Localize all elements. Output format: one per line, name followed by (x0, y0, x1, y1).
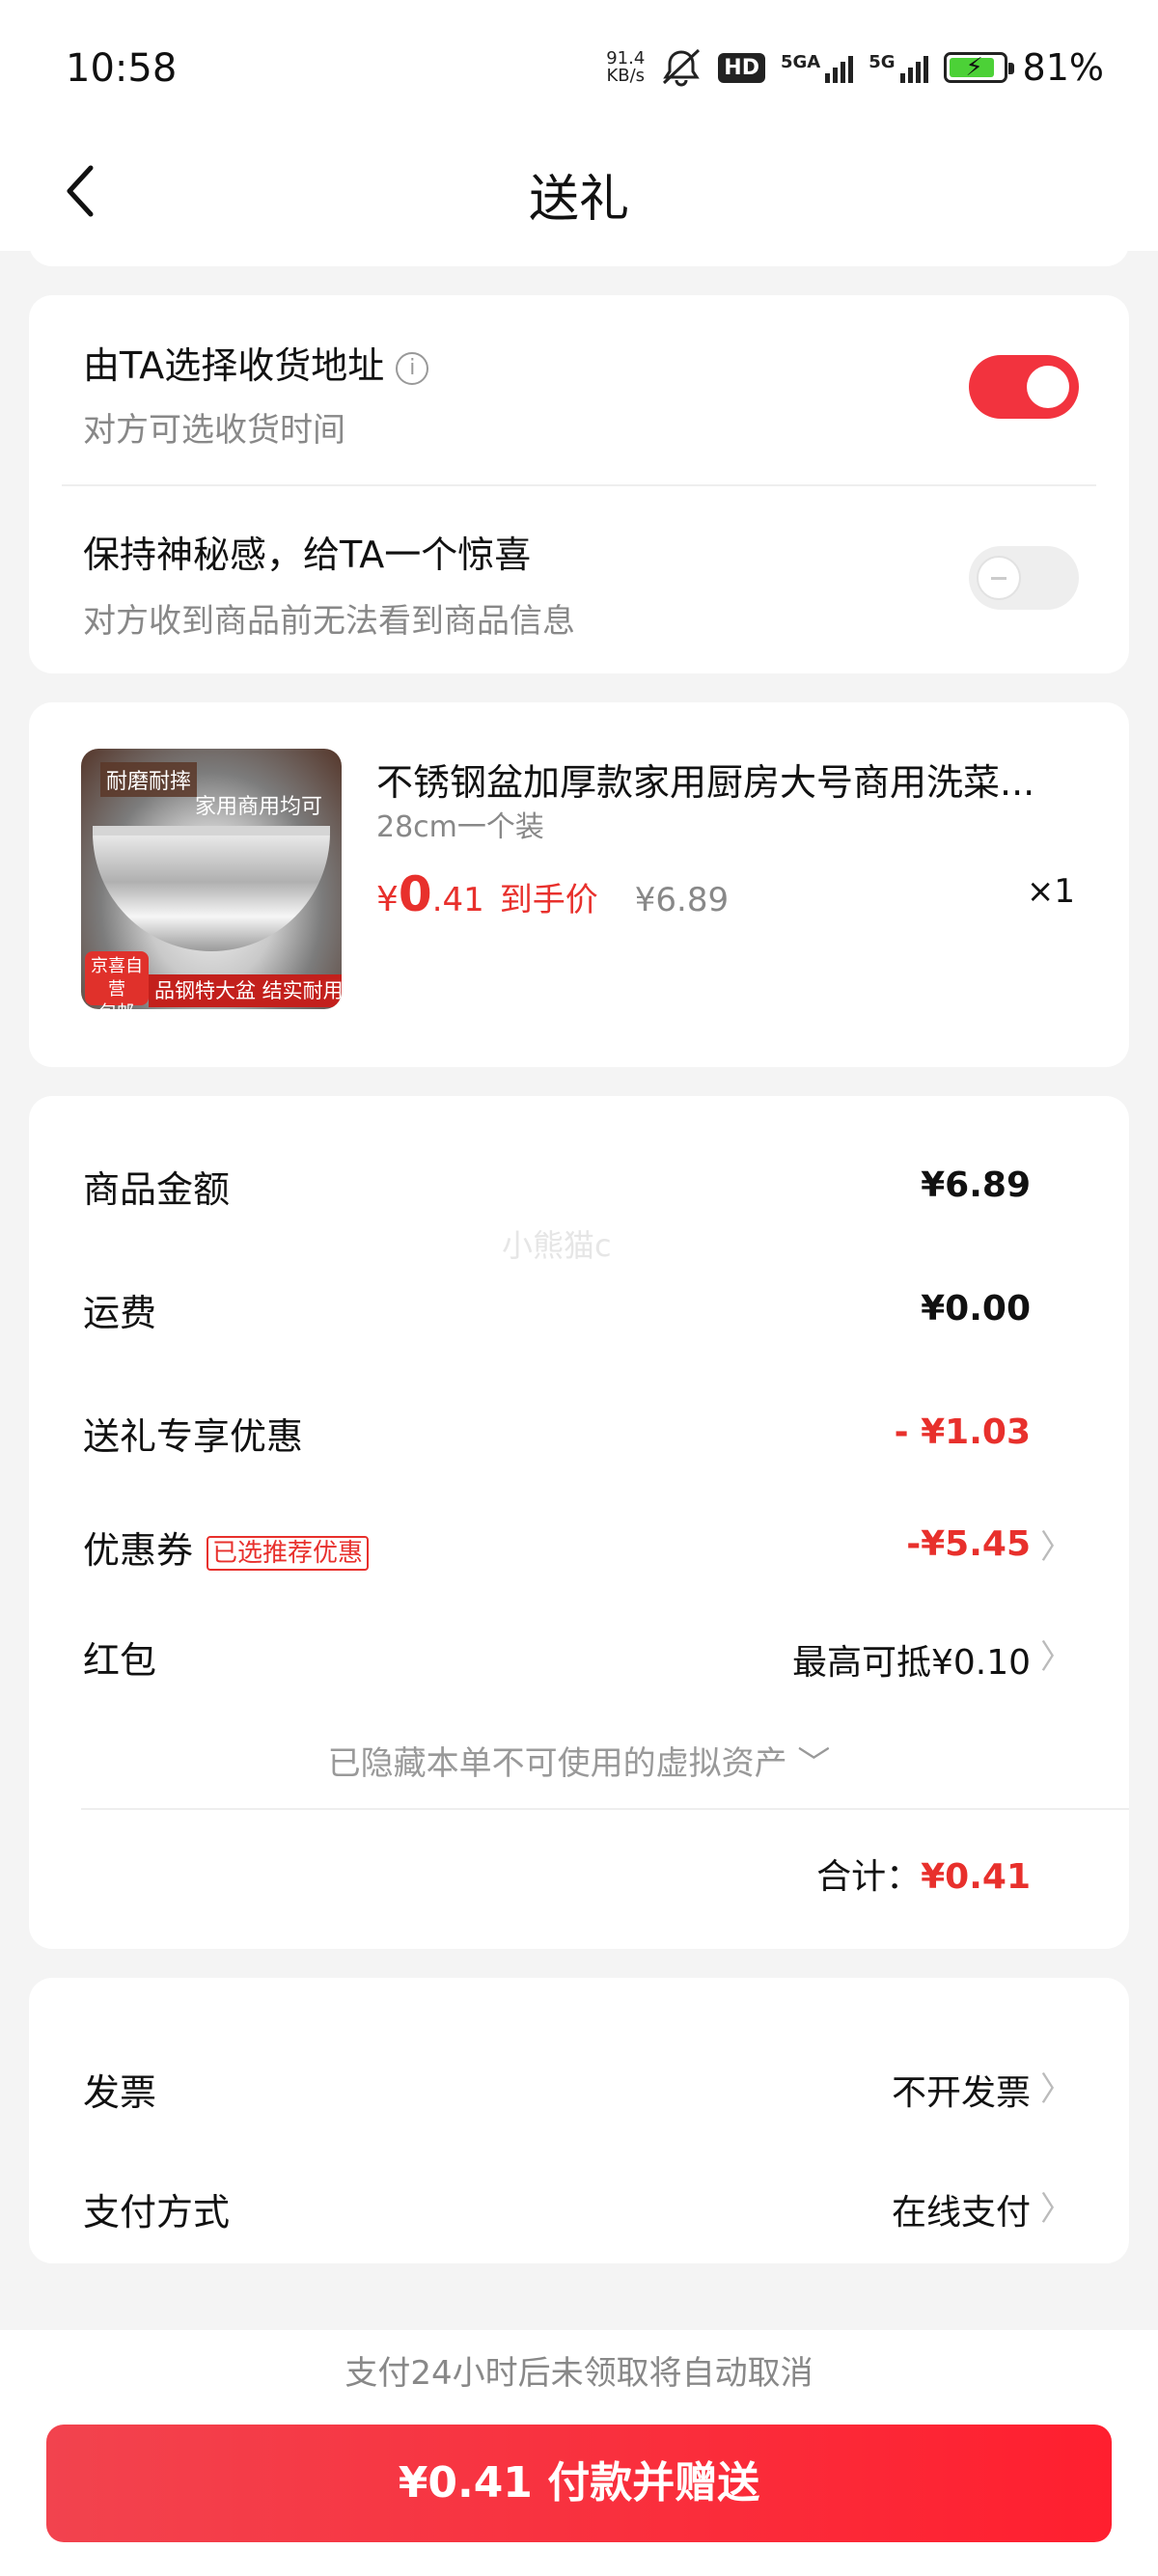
final-price-label: 到手价 (499, 881, 598, 919)
mute-icon (663, 48, 701, 87)
battery-charging-icon: ⚡ (943, 52, 1014, 83)
payment-method-value[interactable]: 在线支付 (892, 2184, 1031, 2234)
coupon-value[interactable]: -¥5.45 (906, 1524, 1031, 1564)
chevron-right-icon[interactable]: 〉 (1040, 1631, 1073, 1678)
free-shipping-badge: 京喜自营 包邮 (85, 951, 149, 1009)
invoice-label: 发票 (83, 2071, 157, 2114)
choose-address-toggle[interactable] (969, 355, 1079, 419)
auto-cancel-notice: 支付24小时后未领取将自动取消 (0, 2330, 1158, 2417)
gift-discount-value: - ¥1.03 (894, 1412, 1031, 1452)
product-spec: 28cm一个装 (376, 810, 544, 844)
gift-discount-label: 送礼专享优惠 (83, 1415, 304, 1458)
choose-address-option: 由TA选择收货地址 i (83, 336, 429, 389)
product-image[interactable]: 耐磨耐摔 家用商用均可 京喜自营 包邮 品钢特大盆 结实耐用 (81, 749, 342, 1009)
hd-icon: HD (718, 52, 765, 83)
quantity: ×1 (1026, 872, 1075, 911)
shipping-label: 运费 (83, 1292, 157, 1334)
signal-icon: 5G (868, 52, 928, 83)
goods-amount-value: ¥6.89 (921, 1165, 1031, 1205)
status-icons: 91.4 KB/s HD 5GA 5G ⚡ 81% (606, 44, 1104, 91)
red-packet-label: 红包 (83, 1639, 157, 1682)
surprise-option-subtitle: 对方收到商品前无法看到商品信息 (83, 602, 575, 641)
chevron-down-icon: ﹀ (797, 1744, 831, 1783)
total-amount: ¥0.41 (921, 1857, 1031, 1897)
payment-method-label: 支付方式 (83, 2191, 231, 2233)
product-name[interactable]: 不锈钢盆加厚款家用厨房大号商用洗菜... (376, 753, 1090, 806)
invoice-value[interactable]: 不开发票 (892, 2065, 1031, 2115)
red-packet-value[interactable]: 最高可抵¥0.10 (792, 1634, 1031, 1685)
page-title: 送礼 (528, 171, 629, 229)
product-card[interactable]: 耐磨耐摔 家用商用均可 京喜自营 包邮 品钢特大盆 结实耐用 不锈钢盆加厚款家用… (29, 702, 1129, 1067)
chevron-right-icon[interactable]: 〉 (1040, 1521, 1073, 1568)
price-row: ¥ 0 .41 到手价 ¥6.89 (376, 866, 730, 922)
invoice-payment-card: 发票 不开发票 〉 支付方式 在线支付 〉 (29, 1978, 1129, 2263)
goods-amount-label: 商品金额 (83, 1168, 231, 1211)
bottom-action-bar: ¥0.41 付款并赠送 (0, 2417, 1158, 2576)
divider (62, 484, 1096, 486)
choose-address-subtitle: 对方可选收货时间 (83, 411, 345, 450)
status-time: 10:58 (66, 46, 178, 91)
coupon-row[interactable]: 优惠券 已选推荐优惠 (83, 1521, 370, 1574)
gift-options-card: 由TA选择收货地址 i 对方可选收货时间 保持神秘感，给TA一个惊喜 对方收到商品… (29, 295, 1129, 673)
coupon-selected-badge: 已选推荐优惠 (207, 1535, 370, 1571)
hidden-assets-toggle[interactable]: 已隐藏本单不可使用的虚拟资产 ﹀ (29, 1737, 1129, 1784)
status-bar: 10:58 91.4 KB/s HD 5GA 5G ⚡ 81% (0, 0, 1158, 135)
battery-percent: 81% (1022, 46, 1104, 89)
watermark: 小熊猫c (502, 1227, 612, 1264)
divider (81, 1808, 1129, 1810)
pay-and-gift-button[interactable]: ¥0.41 付款并赠送 (46, 2425, 1112, 2542)
chevron-right-icon[interactable]: 〉 (1040, 2182, 1073, 2230)
shipping-value: ¥0.00 (921, 1289, 1031, 1329)
info-circle-icon[interactable]: i (396, 351, 429, 385)
signal-icon: 5GA (781, 52, 854, 83)
order-total: 合计：¥0.41 (816, 1857, 1031, 1897)
original-price: ¥6.89 (634, 881, 730, 919)
previous-card-edge (29, 232, 1129, 266)
net-speed: 91.4 KB/s (606, 48, 646, 86)
chevron-right-icon[interactable]: 〉 (1040, 2063, 1073, 2110)
surprise-option-title: 保持神秘感，给TA一个惊喜 (83, 534, 532, 576)
surprise-toggle[interactable] (969, 546, 1079, 610)
order-summary-card: 小熊猫c 商品金额 ¥6.89 运费 ¥0.00 送礼专享优惠 - ¥1.03 … (29, 1096, 1129, 1949)
